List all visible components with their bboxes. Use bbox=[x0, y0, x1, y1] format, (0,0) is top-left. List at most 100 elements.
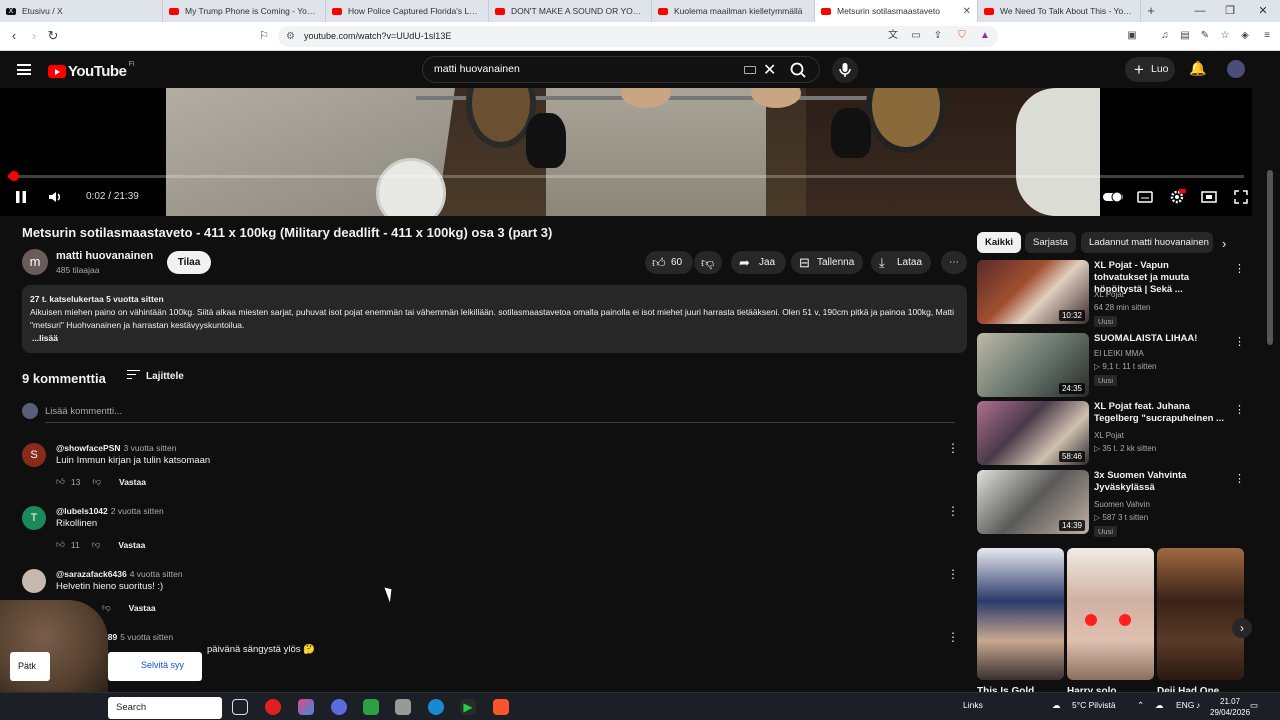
video-thumbnail[interactable]: 10:32 bbox=[977, 260, 1089, 324]
share-button[interactable]: ➦ Jaa bbox=[731, 251, 786, 274]
recommended-video[interactable]: 10:32 XL Pojat - Vapun tohvatukset ja mu… bbox=[977, 260, 1257, 327]
progress-bar[interactable] bbox=[8, 171, 1244, 181]
new-tab-icon[interactable]: + bbox=[1141, 0, 1161, 22]
sidebar-toggle-icon[interactable]: ▣ bbox=[1124, 28, 1140, 44]
browser-tab[interactable]: X Etusivu / X bbox=[0, 0, 163, 22]
video-more-icon[interactable]: ⋮ bbox=[1234, 403, 1245, 416]
notification-center-icon[interactable]: ▭ bbox=[1250, 700, 1258, 711]
clear-search-icon[interactable]: ✕ bbox=[763, 60, 776, 80]
video-more-icon[interactable]: ⋮ bbox=[1234, 472, 1245, 485]
notifications-bell-icon[interactable]: 🔔 bbox=[1189, 60, 1206, 77]
video-player[interactable]: 0:02 / 21:39 bbox=[0, 88, 1252, 216]
video-thumbnail[interactable]: 24:35 bbox=[977, 333, 1089, 397]
subscribe-button[interactable]: Tilaa bbox=[167, 251, 211, 274]
app-icon[interactable] bbox=[298, 699, 314, 715]
comment-dislike-icon[interactable]: 👎︎ bbox=[92, 476, 101, 487]
settings-gear-icon[interactable] bbox=[1168, 188, 1186, 206]
weather-icon[interactable]: ☁ bbox=[1052, 700, 1061, 711]
brave-icon[interactable] bbox=[493, 699, 509, 715]
recommended-title[interactable]: XL Pojat feat. Juhana Tegelberg "sucrapu… bbox=[1094, 401, 1224, 425]
download-button[interactable]: ⤓ Lataa bbox=[871, 251, 931, 274]
sort-comments-button[interactable]: Lajittele bbox=[127, 370, 184, 382]
recommended-channel[interactable]: XL Pojat bbox=[1094, 431, 1124, 440]
keyboard-icon[interactable] bbox=[744, 66, 756, 74]
recommended-video[interactable]: 24:35 SUOMALAISTA LIHAA! El LEIKI MMA ▷ … bbox=[977, 333, 1257, 399]
miniplayer-icon[interactable] bbox=[1200, 188, 1218, 206]
language-indicator[interactable]: ENG bbox=[1176, 700, 1194, 710]
short-thumbnail[interactable] bbox=[1067, 548, 1154, 680]
browser-tab[interactable]: How Police Captured Florida's Longs bbox=[326, 0, 489, 22]
close-window-icon[interactable]: ✕ bbox=[1248, 0, 1278, 22]
comment-more-icon[interactable]: ⋮ bbox=[947, 504, 960, 518]
onedrive-icon[interactable]: ☁ bbox=[1155, 700, 1164, 711]
recommended-channel[interactable]: XL Pojat bbox=[1094, 290, 1124, 299]
chip-uploaded-by[interactable]: Ladannut matti huovanainen bbox=[1081, 232, 1213, 253]
minimize-icon[interactable]: — bbox=[1185, 0, 1215, 22]
save-button[interactable]: ⊟ Tallenna bbox=[791, 251, 863, 274]
create-button[interactable]: + Luo bbox=[1125, 57, 1175, 82]
voice-search-icon[interactable] bbox=[832, 57, 858, 83]
short-thumbnail[interactable] bbox=[1157, 548, 1244, 680]
chip-all[interactable]: Kaikki bbox=[977, 232, 1021, 253]
fullscreen-icon[interactable] bbox=[1232, 188, 1250, 206]
comment-like-icon[interactable]: 👍︎ bbox=[56, 476, 65, 487]
weather-text[interactable]: 5°C Pilvistä bbox=[1072, 700, 1116, 710]
volume-tray-icon[interactable]: ♪ bbox=[1196, 700, 1200, 710]
subtitles-icon[interactable] bbox=[1136, 188, 1154, 206]
recommended-channel[interactable]: El LEIKI MMA bbox=[1094, 349, 1144, 358]
translate-icon[interactable]: 文 bbox=[885, 28, 901, 44]
channel-avatar[interactable]: m bbox=[22, 249, 48, 275]
clock[interactable]: 21.07 29/04/2026 bbox=[1210, 696, 1250, 718]
tray-chevron-icon[interactable]: ⌃ bbox=[1137, 700, 1144, 711]
edge-icon[interactable] bbox=[428, 699, 444, 715]
links-label[interactable]: Links bbox=[963, 700, 983, 710]
commenter-name[interactable]: @showfacePSN bbox=[56, 443, 121, 453]
taskbar-search[interactable]: Search bbox=[108, 697, 222, 719]
like-button[interactable]: 👍︎ 60 bbox=[645, 251, 693, 274]
chips-next-icon[interactable]: › bbox=[1222, 236, 1226, 251]
browser-tab[interactable]: We Need To Talk About This - YouTube bbox=[978, 0, 1141, 22]
recommended-video[interactable]: 58:46 XL Pojat feat. Juhana Tegelberg "s… bbox=[977, 401, 1257, 467]
comment-more-icon[interactable]: ⋮ bbox=[947, 567, 960, 581]
browser-tab-active[interactable]: Metsurin sotilasmaastaveto ✕ bbox=[815, 0, 978, 22]
comment-like-icon[interactable]: 👍︎ bbox=[56, 539, 65, 550]
recommended-title[interactable]: 3x Suomen Vahvinta Jyväskylässä bbox=[1094, 470, 1224, 494]
hamburger-menu-icon[interactable] bbox=[17, 64, 31, 75]
diagnose-link[interactable]: Selvitä syy bbox=[141, 660, 184, 670]
rewards-icon[interactable]: ▲ bbox=[977, 28, 993, 44]
more-actions-icon[interactable]: ⋯ bbox=[941, 251, 967, 274]
media-player-icon[interactable]: ▶ bbox=[460, 699, 476, 715]
site-info-icon[interactable]: ⚙ bbox=[286, 26, 295, 47]
discord-icon[interactable] bbox=[331, 699, 347, 715]
comment-more-icon[interactable]: ⋮ bbox=[947, 441, 960, 455]
commenter-avatar[interactable]: T bbox=[22, 506, 46, 530]
video-more-icon[interactable]: ⋮ bbox=[1234, 262, 1245, 275]
page-scrollbar[interactable] bbox=[1267, 170, 1273, 345]
dislike-button[interactable]: 👎︎ bbox=[694, 251, 722, 274]
description-box[interactable]: 27 t. katselukertaa 5 vuotta sitten Aiku… bbox=[22, 285, 967, 353]
app-icon[interactable] bbox=[395, 699, 411, 715]
video-thumbnail[interactable]: 14:39 bbox=[977, 470, 1089, 534]
app-icon[interactable] bbox=[363, 699, 379, 715]
comment-dislike-icon[interactable]: 👎︎ bbox=[92, 539, 101, 550]
reply-button[interactable]: Vastaa bbox=[119, 477, 146, 487]
autoplay-toggle-icon[interactable] bbox=[1102, 188, 1124, 206]
task-view-icon[interactable] bbox=[232, 699, 248, 715]
commenter-avatar[interactable] bbox=[22, 569, 46, 593]
shorts-next-icon[interactable]: › bbox=[1232, 618, 1252, 638]
channel-name[interactable]: matti huovanainen bbox=[56, 250, 153, 262]
chip-series[interactable]: Sarjasta bbox=[1025, 232, 1076, 253]
youtube-logo[interactable]: YouTube FI bbox=[48, 61, 135, 80]
menu-icon[interactable]: ≡ bbox=[1259, 28, 1275, 44]
search-icon[interactable] bbox=[787, 61, 809, 79]
cast-icon[interactable]: ▭ bbox=[908, 28, 924, 44]
bookmark-icon[interactable]: ⚐ bbox=[256, 28, 272, 44]
reading-list-icon[interactable]: ▤ bbox=[1177, 28, 1193, 44]
reply-button[interactable]: Vastaa bbox=[118, 540, 145, 550]
commenter-avatar[interactable]: S bbox=[22, 443, 46, 467]
share-page-icon[interactable]: ⇪ bbox=[930, 28, 946, 44]
commenter-name[interactable]: @sarazafack6436 bbox=[56, 569, 127, 579]
maximize-icon[interactable]: ❐ bbox=[1215, 0, 1245, 22]
favorites-icon[interactable]: ☆ bbox=[1217, 28, 1233, 44]
recommended-video[interactable]: 14:39 3x Suomen Vahvinta Jyväskylässä Su… bbox=[977, 470, 1257, 537]
